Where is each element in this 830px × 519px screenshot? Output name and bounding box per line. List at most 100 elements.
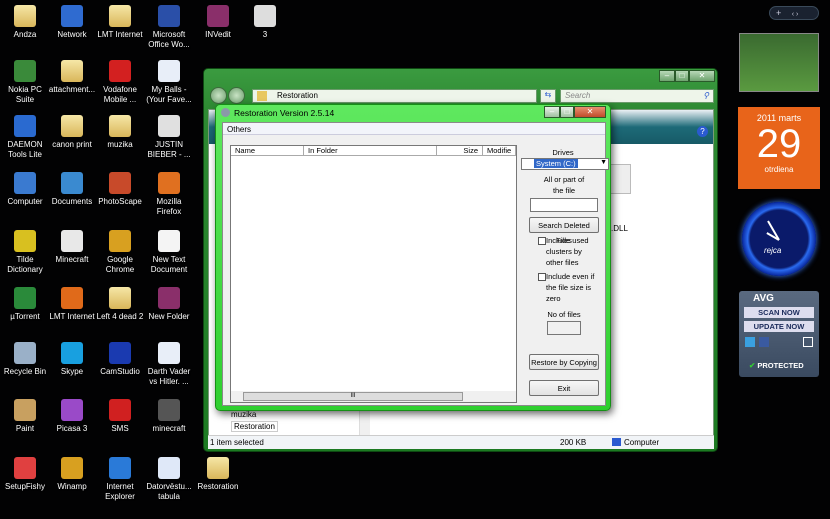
desktop-icon[interactable]: Internet Explorer <box>95 457 145 502</box>
desktop-icon[interactable]: Picasa 3 <box>47 399 97 434</box>
update-now-button[interactable]: UPDATE NOW <box>744 321 814 332</box>
folder-icon <box>14 5 36 27</box>
desktop-icon[interactable]: DAEMON Tools Lite <box>0 115 50 160</box>
desktop-icon[interactable]: Minecraft <box>47 230 97 265</box>
close-button[interactable]: ✕ <box>574 106 606 118</box>
include-used-clusters-checkbox[interactable] <box>538 237 546 245</box>
forward-button[interactable] <box>228 87 245 104</box>
desktop-icon-label: SetupFishy <box>4 482 46 491</box>
desktop-icon[interactable]: Computer <box>0 172 50 207</box>
desktop-icon[interactable]: Documents <box>47 172 97 207</box>
desktop-icon[interactable]: Andza <box>0 5 50 40</box>
desktop-icon[interactable]: SMS <box>95 399 145 434</box>
close-button[interactable]: ✕ <box>689 70 715 82</box>
desktop-icon[interactable]: Left 4 dead 2 <box>95 287 145 322</box>
desktop-icon-label: Recycle Bin <box>3 367 47 376</box>
desktop-icon[interactable]: minecraft <box>144 399 194 434</box>
desktop-icon[interactable]: Recycle Bin <box>0 342 50 377</box>
desktop-icon[interactable]: Darth Vader vs Hitler. ... <box>144 342 194 387</box>
restoration-dialog[interactable]: Restoration Version 2.5.14 – □ ✕ Others … <box>215 104 611 411</box>
add-gadget-icon[interactable]: + <box>776 8 781 18</box>
restore-by-copying-button[interactable]: Restore by Copying <box>529 354 599 370</box>
filename-input[interactable] <box>530 198 598 212</box>
avg-status: ✔ PROTECTED <box>749 361 804 370</box>
desktop-icon[interactable]: Datorvēstu... tabula <box>144 457 194 502</box>
desktop-icon-label: Mozilla Firefox <box>156 197 182 216</box>
desktop-icon[interactable]: Google Chrome <box>95 230 145 275</box>
desktop-icon[interactable]: Skype <box>47 342 97 377</box>
desktop-icon[interactable]: 3 <box>240 5 290 40</box>
drive-value: System (C:) <box>534 159 578 168</box>
refresh-button[interactable]: ⇆ <box>540 89 556 103</box>
desktop-icon[interactable]: CamStudio <box>95 342 145 377</box>
desktop-icon[interactable]: New Folder <box>144 287 194 322</box>
desktop-icon[interactable]: LMT Internet <box>47 287 97 322</box>
clock-gadget[interactable]: rejca <box>742 202 816 276</box>
desktop-icon[interactable]: INVedit <box>193 5 243 40</box>
help-icon[interactable]: ? <box>697 126 708 137</box>
desktop-icon[interactable]: Restoration <box>193 457 243 492</box>
filename-label: All or part of the file <box>543 175 585 195</box>
fish-icon <box>14 457 36 479</box>
desktop-icon-label: canon print <box>52 140 92 149</box>
dll-file-icon[interactable] <box>609 164 631 194</box>
desktop-icon-label: Paint <box>15 424 35 433</box>
minimize-button[interactable]: – <box>659 70 675 82</box>
lmt-icon <box>61 287 83 309</box>
desktop-icon[interactable]: Winamp <box>47 457 97 492</box>
minimize-button[interactable]: – <box>544 106 560 118</box>
desktop-icon[interactable]: Vodafone Mobile ... <box>95 60 145 105</box>
back-button[interactable] <box>210 87 227 104</box>
photo-slideshow-gadget[interactable] <box>739 33 819 92</box>
calendar-gadget[interactable]: 2011 marts 29 otrdiena <box>738 107 820 189</box>
maximize-button[interactable]: □ <box>560 106 574 118</box>
menu-others[interactable]: Others <box>223 123 605 135</box>
gadget-toolbar[interactable]: + ‹ › <box>769 6 819 20</box>
desktop-icon-label: µTorrent <box>10 312 40 321</box>
desktop-icon[interactable]: JUSTIN BIEBER - ... <box>144 115 194 160</box>
desktop-icon[interactable]: Paint <box>0 399 50 434</box>
scan-now-button[interactable]: SCAN NOW <box>744 307 814 318</box>
facebook-icon[interactable] <box>759 337 769 347</box>
column-name[interactable]: Name <box>231 146 304 156</box>
include-zero-size-checkbox[interactable] <box>538 273 546 281</box>
desktop-icon[interactable]: Microsoft Office Wo... <box>144 5 194 50</box>
exit-button[interactable]: Exit <box>529 380 599 396</box>
search-input[interactable]: Search ⚲ <box>560 89 714 103</box>
desktop-icon-label: Network <box>57 30 87 39</box>
maximize-button[interactable]: □ <box>675 70 689 82</box>
drives-label: Drives <box>552 148 574 157</box>
tree-item[interactable]: muzika <box>231 410 256 419</box>
search-deleted-files-button[interactable]: Search Deleted Files <box>529 217 599 245</box>
desktop-icon[interactable]: PhotoScape <box>95 172 145 207</box>
desktop-icon[interactable]: Nokia PC Suite <box>0 60 50 105</box>
chevron-down-icon[interactable]: ▼ <box>600 159 607 166</box>
column-modified[interactable]: Modifie <box>483 146 516 156</box>
tree-item-selected[interactable]: Restoration <box>231 421 278 432</box>
desktop-icon[interactable]: canon print <box>47 115 97 150</box>
desktop-icon-label: Left 4 dead 2 <box>96 312 144 321</box>
speedometer-icon[interactable] <box>803 337 813 347</box>
word-icon <box>158 5 180 27</box>
desktop-icon-label: My Balls - (Your Fave... <box>146 85 192 104</box>
twitter-icon[interactable] <box>745 337 755 347</box>
chip-icon <box>158 399 180 421</box>
column-in-folder[interactable]: In Folder <box>304 146 437 156</box>
desktop-icon[interactable]: My Balls - (Your Fave... <box>144 60 194 105</box>
drive-select[interactable]: System (C:) ▼ <box>521 158 609 170</box>
address-bar[interactable]: Restoration <box>252 89 537 103</box>
desktop-icon[interactable]: SetupFishy <box>0 457 50 492</box>
desktop-icon[interactable]: attachment... <box>47 60 97 95</box>
horizontal-scrollbar[interactable]: III <box>231 391 516 402</box>
desktop-icon[interactable]: muzika <box>95 115 145 150</box>
column-size[interactable]: Size <box>437 146 483 156</box>
desktop-icon[interactable]: Mozilla Firefox <box>144 172 194 217</box>
desktop-icon[interactable]: New Text Document <box>144 230 194 275</box>
desktop-icon[interactable]: Network <box>47 5 97 40</box>
desktop-icon[interactable]: µTorrent <box>0 287 50 322</box>
scrollbar-thumb[interactable]: III <box>243 392 463 401</box>
desktop-icon[interactable]: Tilde Dictionary <box>0 230 50 275</box>
arrows-icon[interactable]: ‹ › <box>792 11 799 18</box>
desktop-icon[interactable]: LMT Internet <box>95 5 145 40</box>
results-list[interactable]: Name In Folder Size Modifie III <box>230 145 517 403</box>
